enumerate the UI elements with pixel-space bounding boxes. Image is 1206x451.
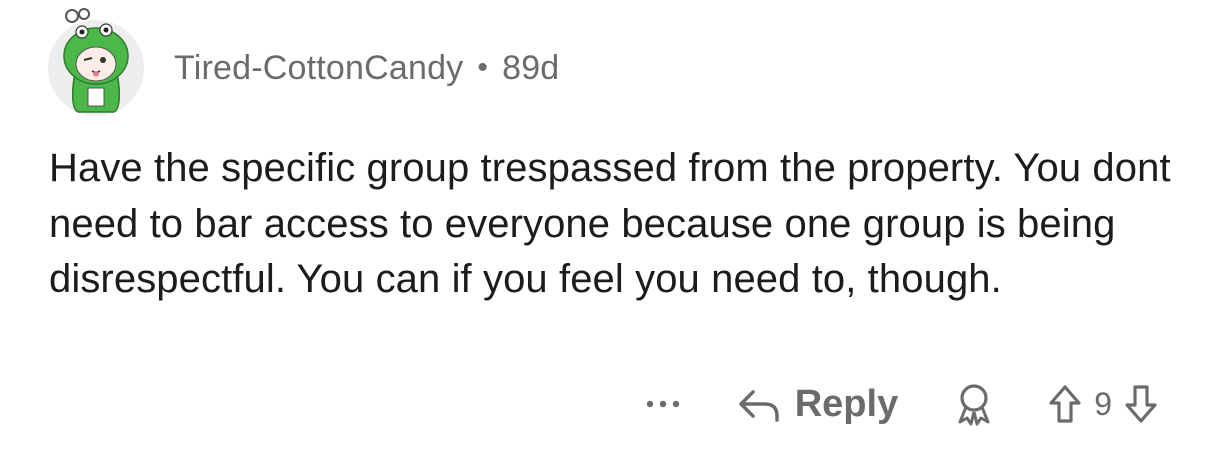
more-button[interactable] xyxy=(645,384,681,424)
avatar[interactable] xyxy=(48,8,144,116)
reply-arrow-icon xyxy=(738,390,779,422)
username-link[interactable]: Tired-CottonCandy xyxy=(174,49,463,88)
award-button[interactable] xyxy=(954,382,994,426)
comment: Tired-CottonCandy • 89d Have the specifi… xyxy=(0,0,1206,451)
comment-header: Tired-CottonCandy • 89d xyxy=(48,8,559,116)
upvote-arrow-icon[interactable] xyxy=(1048,384,1082,424)
comment-meta: Tired-CottonCandy • 89d xyxy=(174,49,559,88)
reply-label: Reply xyxy=(794,382,899,425)
comment-actions: Reply 9 xyxy=(645,376,1158,432)
more-dots-icon xyxy=(646,400,679,408)
comment-body: Have the specific group trespassed from … xyxy=(49,146,1171,301)
comment-age: 89d xyxy=(502,48,560,87)
meta-separator: • xyxy=(477,51,489,84)
vote-score: 9 xyxy=(1094,385,1112,422)
award-icon xyxy=(958,384,990,426)
downvote-arrow-icon[interactable] xyxy=(1124,384,1158,424)
frog-hood-avatar-icon xyxy=(63,8,129,113)
reply-button[interactable]: Reply xyxy=(737,383,898,426)
vote-controls: 9 xyxy=(1048,384,1158,424)
